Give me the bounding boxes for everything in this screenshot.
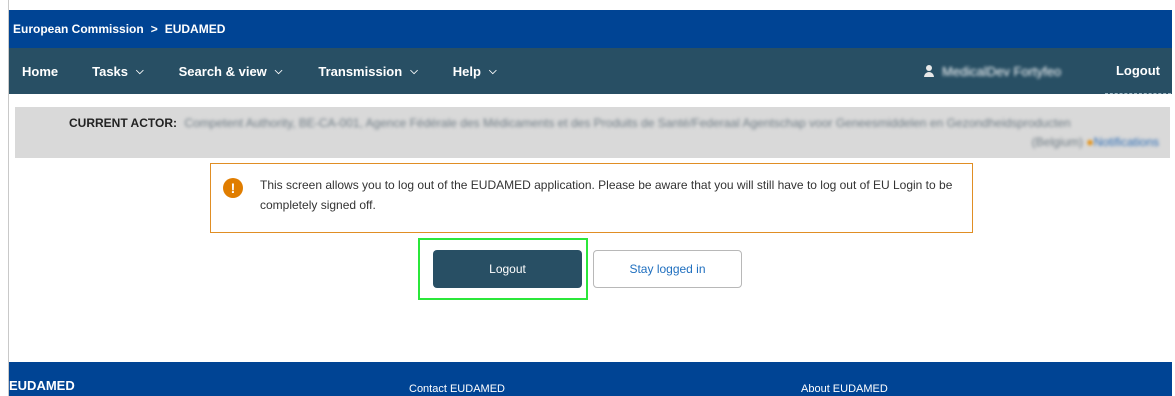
notification-dot-icon: ● xyxy=(1086,135,1094,149)
chevron-down-icon: ⌵ xyxy=(488,65,497,77)
logout-button[interactable]: Logout xyxy=(433,250,582,288)
top-bar: European Commission > EUDAMED xyxy=(9,10,1172,48)
breadcrumb-separator: > xyxy=(150,22,158,36)
chevron-down-icon: ⌵ xyxy=(274,65,283,77)
current-actor-name: Competent Authority, BE-CA-001, Agence F… xyxy=(184,116,1071,130)
nav-home-label: Home xyxy=(22,63,59,79)
chevron-down-icon: ⌵ xyxy=(410,65,418,77)
main-navigation: Home Tasks ⌵ Search & view ⌵ Transmissio… xyxy=(9,48,1172,94)
footer-about-link[interactable]: About EUDAMED xyxy=(801,383,888,395)
nav-transmission-label: Transmission xyxy=(318,63,403,79)
page: European Commission > EUDAMED Home Tasks… xyxy=(9,10,1172,396)
breadcrumb-eudamed[interactable]: EUDAMED xyxy=(165,22,226,36)
breadcrumb-european-commission[interactable]: European Commission xyxy=(13,22,144,36)
nav-tasks-label: Tasks xyxy=(92,63,129,79)
current-actor-bar: CURRENT ACTOR: Competent Authority, BE-C… xyxy=(15,107,1170,158)
notice-text: This screen allows you to log out of the… xyxy=(260,178,953,212)
current-actor-country: (Belgium) xyxy=(1031,135,1084,149)
nav-tasks[interactable]: Tasks ⌵ xyxy=(92,48,144,94)
chevron-down-icon: ⌵ xyxy=(136,65,144,77)
stay-logged-in-button[interactable]: Stay logged in xyxy=(593,250,742,288)
current-actor-label: CURRENT ACTOR: xyxy=(69,116,177,130)
notifications-link[interactable]: Notifications xyxy=(1094,135,1159,149)
nav-help[interactable]: Help ⌵ xyxy=(453,48,497,94)
nav-help-label: Help xyxy=(452,63,481,79)
nav-logout-link[interactable]: Logout xyxy=(1105,48,1171,94)
user-name: MedicalDev Fortyfeo xyxy=(942,63,1062,79)
warning-icon: ! xyxy=(223,178,243,198)
footer-contact-link[interactable]: Contact EUDAMED xyxy=(409,383,505,395)
user-icon xyxy=(924,65,934,77)
nav-home[interactable]: Home xyxy=(22,48,58,94)
footer: EUDAMED Contact EUDAMED About EUDAMED xyxy=(9,362,1172,396)
user-menu[interactable]: MedicalDev Fortyfeo xyxy=(924,48,1061,94)
nav-search-view[interactable]: Search & view ⌵ xyxy=(179,48,283,94)
nav-transmission[interactable]: Transmission ⌵ xyxy=(318,48,417,94)
logout-info-notice: ! This screen allows you to log out of t… xyxy=(210,163,973,233)
footer-brand: EUDAMED xyxy=(9,378,75,393)
nav-search-view-label: Search & view xyxy=(178,63,267,79)
